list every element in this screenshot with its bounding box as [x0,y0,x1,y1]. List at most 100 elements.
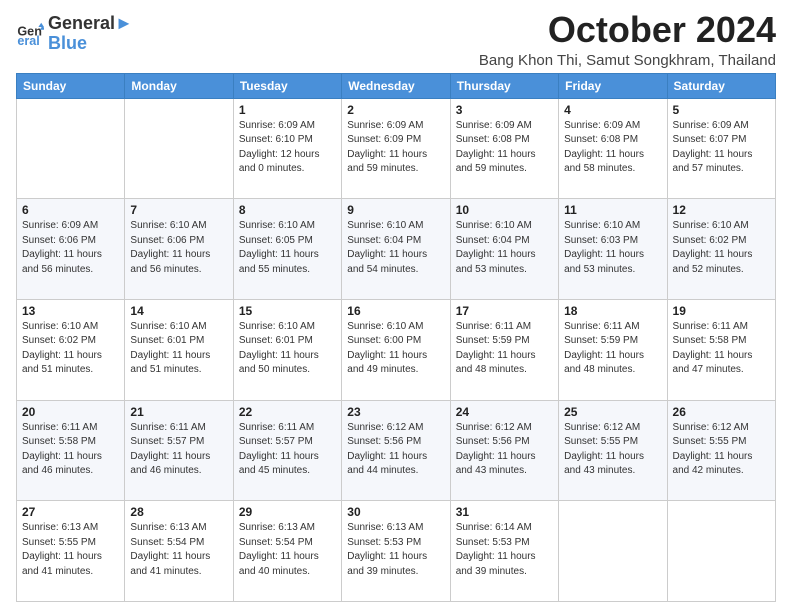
day-number: 31 [456,505,553,519]
logo-icon: Gen eral [16,20,44,48]
day-number: 9 [347,203,444,217]
calendar-cell: 10 Sunrise: 6:10 AM Sunset: 6:04 PM Dayli… [450,199,558,300]
calendar-week-row: 1 Sunrise: 6:09 AM Sunset: 6:10 PM Daylig… [17,98,776,199]
day-info: Sunrise: 6:13 AM Sunset: 5:55 PM Dayligh… [22,521,119,579]
day-info: Sunrise: 6:10 AM Sunset: 6:05 PM Dayligh… [239,219,336,277]
day-info: Sunrise: 6:10 AM Sunset: 6:01 PM Dayligh… [239,320,336,378]
day-number: 16 [347,304,444,318]
title-block: October 2024 Bang Khon Thi, Samut Songkh… [479,10,776,69]
day-info: Sunrise: 6:09 AM Sunset: 6:09 PM Dayligh… [347,119,444,177]
calendar-day-header: Thursday [450,73,558,98]
day-info: Sunrise: 6:11 AM Sunset: 5:58 PM Dayligh… [673,320,770,378]
calendar-cell: 22Sunrise: 6:11 AM Sunset: 5:57 PM Dayli… [233,400,341,501]
calendar-cell: 20Sunrise: 6:11 AM Sunset: 5:58 PM Dayli… [17,400,125,501]
day-info: Sunrise: 6:12 AM Sunset: 5:55 PM Dayligh… [673,421,770,479]
day-info: Sunrise: 6:10 AM Sunset: 6:02 PM Dayligh… [22,320,119,378]
day-number: 12 [673,203,770,217]
calendar-cell: 24 Sunrise: 6:12 AM Sunset: 5:56 PM Dayli… [450,400,558,501]
calendar-cell: 6 Sunrise: 6:09 AM Sunset: 6:06 PM Daylig… [17,199,125,300]
day-number: 10 [456,203,553,217]
day-number: 6 [22,203,119,217]
calendar-day-header: Monday [125,73,233,98]
main-title: October 2024 [479,10,776,50]
day-number: 15 [239,304,336,318]
calendar-week-row: 20Sunrise: 6:11 AM Sunset: 5:58 PM Dayli… [17,400,776,501]
calendar-cell: 1 Sunrise: 6:09 AM Sunset: 6:10 PM Daylig… [233,98,341,199]
day-number: 28 [130,505,227,519]
day-number: 30 [347,505,444,519]
day-info: Sunrise: 6:14 AM Sunset: 5:53 PM Dayligh… [456,521,553,579]
day-info: Sunrise: 6:13 AM Sunset: 5:53 PM Dayligh… [347,521,444,579]
day-number: 25 [564,405,661,419]
day-info: Sunrise: 6:11 AM Sunset: 5:59 PM Dayligh… [456,320,553,378]
calendar-cell: 25 Sunrise: 6:12 AM Sunset: 5:55 PM Dayli… [559,400,667,501]
calendar-cell: 3 Sunrise: 6:09 AM Sunset: 6:08 PM Daylig… [450,98,558,199]
calendar-cell: 14 Sunrise: 6:10 AM Sunset: 6:01 PM Dayli… [125,299,233,400]
day-info: Sunrise: 6:11 AM Sunset: 5:57 PM Dayligh… [130,421,227,479]
logo-blue: Blue [48,34,133,54]
calendar-cell: 5Sunrise: 6:09 AM Sunset: 6:07 PM Daylig… [667,98,775,199]
day-info: Sunrise: 6:09 AM Sunset: 6:06 PM Dayligh… [22,219,119,277]
calendar-cell [125,98,233,199]
calendar-cell: 27 Sunrise: 6:13 AM Sunset: 5:55 PM Dayli… [17,501,125,602]
header: Gen eral General► Blue October 2024 Bang… [16,10,776,69]
day-info: Sunrise: 6:13 AM Sunset: 5:54 PM Dayligh… [239,521,336,579]
calendar-cell: 19Sunrise: 6:11 AM Sunset: 5:58 PM Dayli… [667,299,775,400]
day-number: 3 [456,103,553,117]
subtitle: Bang Khon Thi, Samut Songkhram, Thailand [479,52,776,69]
day-number: 17 [456,304,553,318]
day-info: Sunrise: 6:09 AM Sunset: 6:10 PM Dayligh… [239,119,336,177]
day-info: Sunrise: 6:11 AM Sunset: 5:59 PM Dayligh… [564,320,661,378]
calendar-week-row: 27 Sunrise: 6:13 AM Sunset: 5:55 PM Dayli… [17,501,776,602]
day-number: 14 [130,304,227,318]
calendar-cell: 17 Sunrise: 6:11 AM Sunset: 5:59 PM Dayli… [450,299,558,400]
day-info: Sunrise: 6:12 AM Sunset: 5:56 PM Dayligh… [456,421,553,479]
day-number: 22 [239,405,336,419]
calendar-cell: 12 Sunrise: 6:10 AM Sunset: 6:02 PM Dayli… [667,199,775,300]
calendar-cell: 28 Sunrise: 6:13 AM Sunset: 5:54 PM Dayli… [125,501,233,602]
calendar-cell: 21 Sunrise: 6:11 AM Sunset: 5:57 PM Dayli… [125,400,233,501]
calendar-cell [559,501,667,602]
day-info: Sunrise: 6:11 AM Sunset: 5:58 PM Dayligh… [22,421,119,479]
day-number: 2 [347,103,444,117]
day-info: Sunrise: 6:13 AM Sunset: 5:54 PM Dayligh… [130,521,227,579]
calendar-cell [17,98,125,199]
day-number: 27 [22,505,119,519]
calendar-cell: 7Sunrise: 6:10 AM Sunset: 6:06 PM Daylig… [125,199,233,300]
calendar-cell: 23Sunrise: 6:12 AM Sunset: 5:56 PM Dayli… [342,400,450,501]
calendar-week-row: 13Sunrise: 6:10 AM Sunset: 6:02 PM Dayli… [17,299,776,400]
day-number: 26 [673,405,770,419]
day-number: 1 [239,103,336,117]
day-info: Sunrise: 6:10 AM Sunset: 6:00 PM Dayligh… [347,320,444,378]
day-info: Sunrise: 6:10 AM Sunset: 6:04 PM Dayligh… [456,219,553,277]
page: Gen eral General► Blue October 2024 Bang… [0,0,792,612]
calendar-cell: 15 Sunrise: 6:10 AM Sunset: 6:01 PM Dayli… [233,299,341,400]
calendar-cell: 29 Sunrise: 6:13 AM Sunset: 5:54 PM Dayli… [233,501,341,602]
calendar-cell: 16 Sunrise: 6:10 AM Sunset: 6:00 PM Dayli… [342,299,450,400]
day-number: 8 [239,203,336,217]
day-number: 11 [564,203,661,217]
day-info: Sunrise: 6:12 AM Sunset: 5:55 PM Dayligh… [564,421,661,479]
calendar-cell: 26 Sunrise: 6:12 AM Sunset: 5:55 PM Dayli… [667,400,775,501]
day-number: 18 [564,304,661,318]
day-number: 23 [347,405,444,419]
calendar-cell: 4Sunrise: 6:09 AM Sunset: 6:08 PM Daylig… [559,98,667,199]
logo-general: General► [48,14,133,34]
day-info: Sunrise: 6:10 AM Sunset: 6:03 PM Dayligh… [564,219,661,277]
day-info: Sunrise: 6:09 AM Sunset: 6:08 PM Dayligh… [456,119,553,177]
calendar-header-row: SundayMondayTuesdayWednesdayThursdayFrid… [17,73,776,98]
day-info: Sunrise: 6:10 AM Sunset: 6:06 PM Dayligh… [130,219,227,277]
day-info: Sunrise: 6:10 AM Sunset: 6:02 PM Dayligh… [673,219,770,277]
calendar-cell: 30 Sunrise: 6:13 AM Sunset: 5:53 PM Dayli… [342,501,450,602]
calendar-cell: 9 Sunrise: 6:10 AM Sunset: 6:04 PM Daylig… [342,199,450,300]
calendar-day-header: Tuesday [233,73,341,98]
day-info: Sunrise: 6:10 AM Sunset: 6:04 PM Dayligh… [347,219,444,277]
calendar-cell [667,501,775,602]
day-number: 29 [239,505,336,519]
calendar-day-header: Saturday [667,73,775,98]
calendar-day-header: Wednesday [342,73,450,98]
calendar-day-header: Friday [559,73,667,98]
day-number: 24 [456,405,553,419]
day-info: Sunrise: 6:10 AM Sunset: 6:01 PM Dayligh… [130,320,227,378]
day-number: 21 [130,405,227,419]
